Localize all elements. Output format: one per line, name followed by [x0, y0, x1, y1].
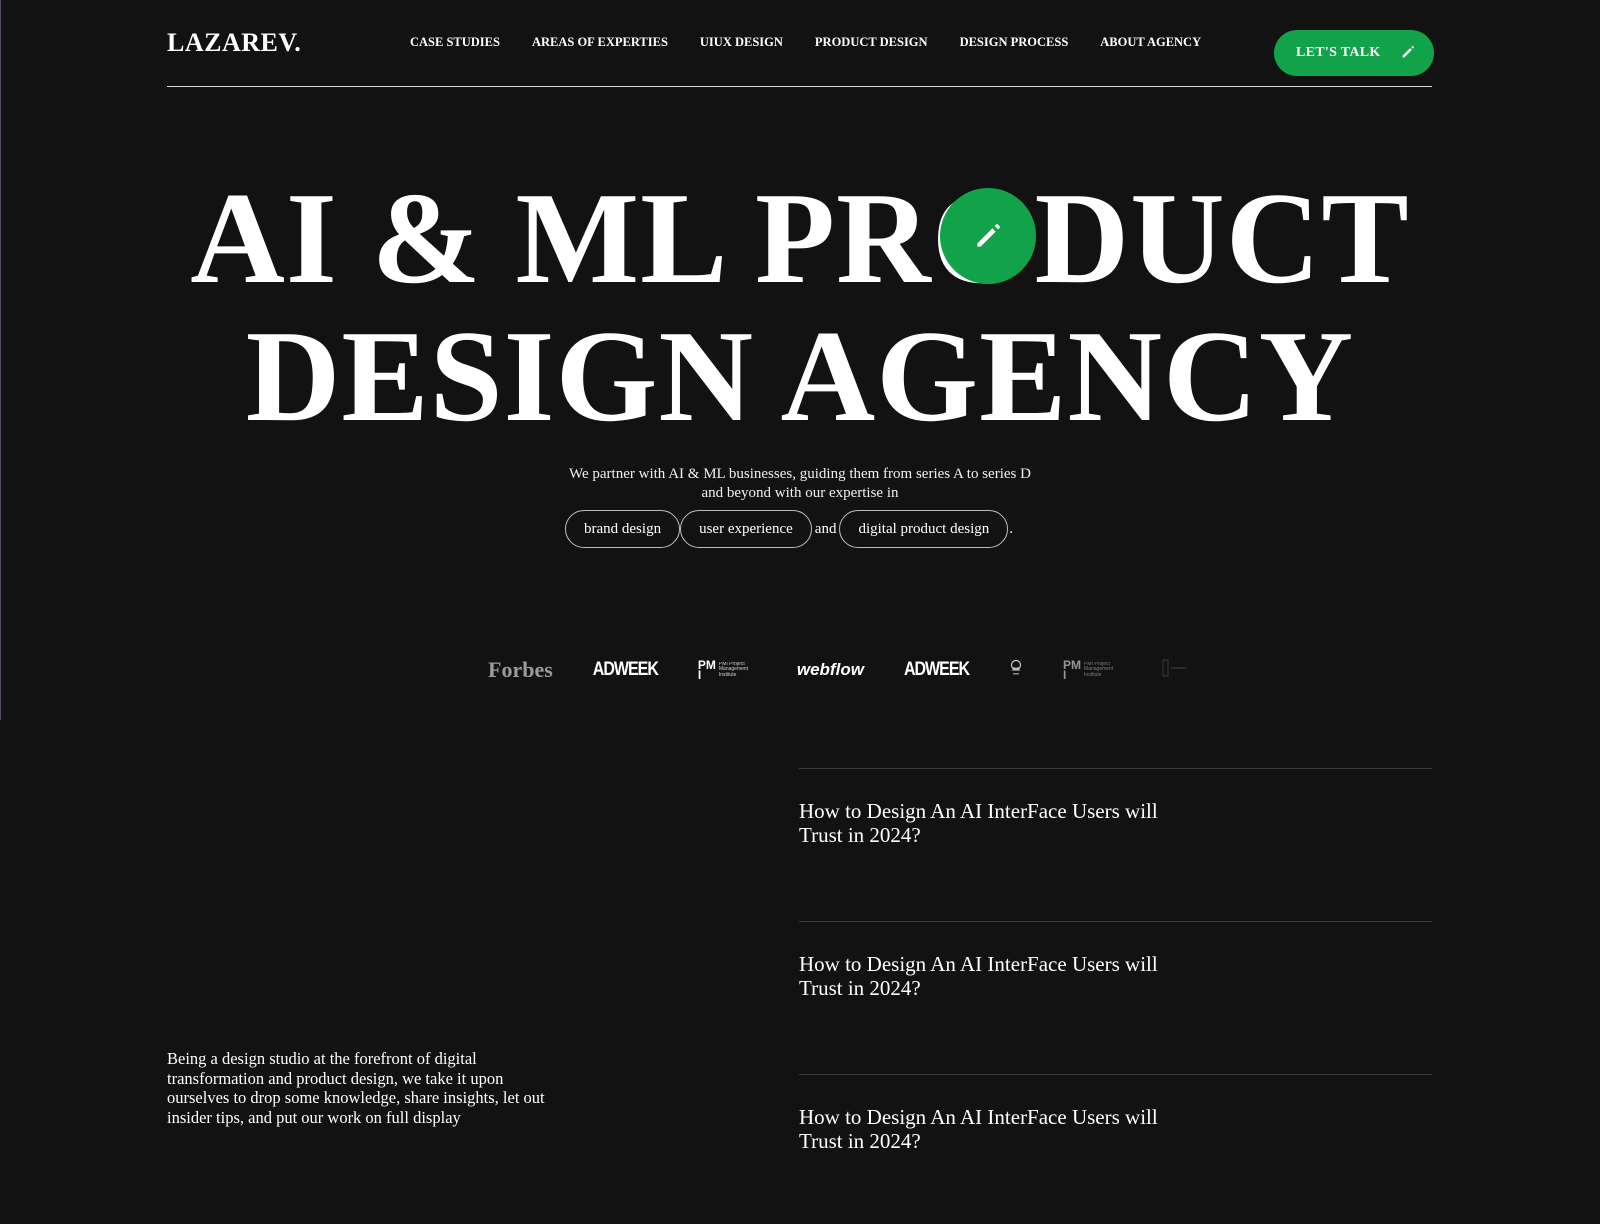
nav-areas-of-experties[interactable]: AREAS OF EXPERTIES — [532, 35, 668, 50]
hero-line-2: DESIGN AGENCY — [245, 304, 1355, 449]
article-card-3[interactable]: How to Design An AI InterFace Users will… — [799, 1074, 1432, 1224]
forbes-logo: Forbes — [488, 657, 553, 682]
pmi-mark-icon: PM I — [697, 658, 716, 682]
about-paragraph: Being a design studio at the forefront o… — [167, 1049, 545, 1127]
lets-talk-label: LET'S TALK — [1296, 45, 1381, 60]
pencil-icon — [1402, 46, 1414, 58]
site-header: LAZAREV. CASE STUDIES AREAS OF EXPERTIES… — [167, 0, 1434, 87]
pmi-logo-2: PM I PMI Project Management Institute — [1063, 658, 1122, 682]
main-nav: CASE STUDIES AREAS OF EXPERTIES UIUX DES… — [410, 35, 1201, 50]
pill-connector: and — [814, 520, 837, 537]
brand-logo[interactable]: LAZAREV. — [167, 28, 301, 58]
adweek-logo: ADWEEK — [592, 659, 659, 680]
pencil-icon — [977, 224, 1000, 247]
pill-brand-design[interactable]: brand design — [565, 510, 681, 548]
nav-product-design[interactable]: PRODUCT DESIGN — [815, 35, 928, 50]
pmi-logo-text: PMI Project Management Institute — [718, 661, 749, 678]
article-card-1[interactable]: How to Design An AI InterFace Users will… — [799, 768, 1432, 918]
pill-digital-product-design[interactable]: digital product design — [839, 510, 1009, 548]
webflow-logo: webflow — [796, 660, 864, 679]
faded-logo-icon — [1162, 659, 1188, 682]
hero-lead-text: We partner with AI & ML businesses, guid… — [569, 466, 1031, 501]
pmi-logo-text-2: PMI Project Management Institute — [1084, 661, 1114, 678]
article-title: How to Design An AI InterFace Users will… — [799, 799, 1158, 847]
pill-end-mark: . — [1009, 520, 1014, 537]
pill-user-experience[interactable]: user experience — [680, 510, 812, 548]
pmi-logo: PM I PMI Project Management Institute — [697, 658, 757, 682]
adweek-logo-2: ADWEEK — [903, 659, 970, 680]
article-card-2[interactable]: How to Design An AI InterFace Users will… — [799, 921, 1432, 1071]
press-logos: Forbes ADWEEK PM I PMI Project Management… — [488, 655, 1228, 685]
nav-uiux-design[interactable]: UIUX DESIGN — [700, 35, 783, 50]
awards-icon — [1009, 659, 1023, 682]
lets-talk-button[interactable]: LET'S TALK — [1274, 30, 1434, 76]
hero-line-1: AI & ML PRODUCT — [190, 166, 1410, 311]
hero-heading: AI & ML PRODUCT DESIGN AGENCY — [0, 170, 1600, 446]
nav-about-agency[interactable]: ABOUT AGENCY — [1100, 35, 1201, 50]
expertise-pills: brand design user experience and digital… — [565, 510, 1013, 548]
pmi-mark-icon: PM I — [1063, 658, 1082, 682]
article-title: How to Design An AI InterFace Users will… — [799, 952, 1158, 1000]
nav-design-process[interactable]: DESIGN PROCESS — [960, 35, 1069, 50]
article-title: How to Design An AI InterFace Users will… — [799, 1105, 1158, 1153]
nav-case-studies[interactable]: CASE STUDIES — [410, 35, 500, 50]
hero-pencil-badge[interactable] — [940, 188, 1036, 284]
